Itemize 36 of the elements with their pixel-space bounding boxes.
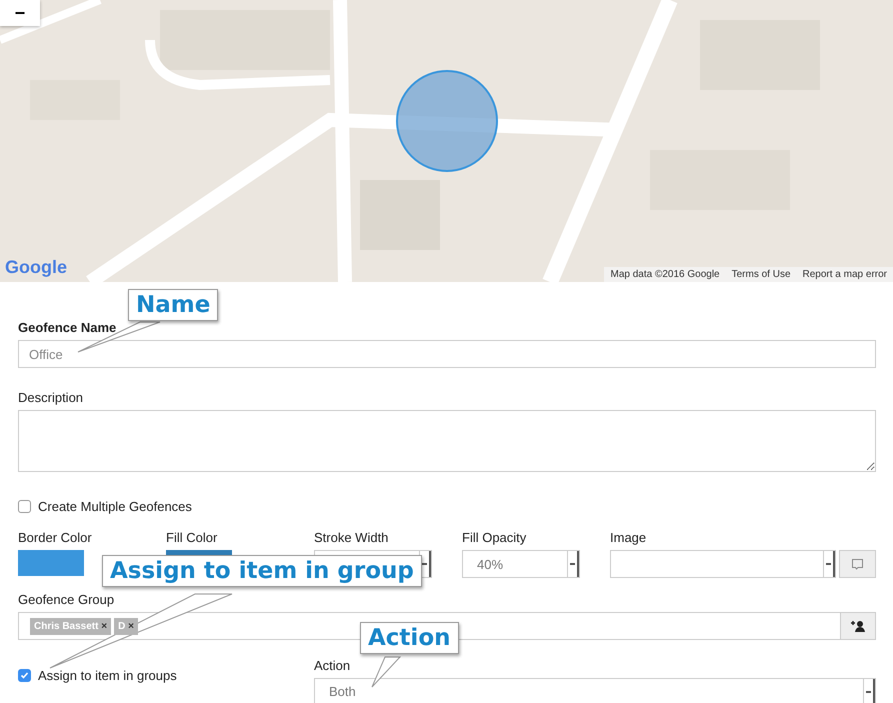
- field-label: Image: [610, 530, 648, 545]
- checkbox-label: Create Multiple Geofences: [38, 499, 192, 514]
- check-icon: [20, 671, 29, 680]
- group-tag[interactable]: Chris Bassett ×: [30, 618, 112, 634]
- add-user-button[interactable]: [840, 612, 876, 640]
- checkbox[interactable]: [18, 500, 31, 513]
- attribution-link[interactable]: Report a map error: [796, 267, 893, 282]
- add-user-icon: [850, 620, 866, 632]
- image-icon: [852, 558, 863, 570]
- caret-icon: [823, 551, 835, 577]
- field-label: Stroke Width: [314, 530, 390, 545]
- color-swatch[interactable]: [18, 550, 84, 576]
- caret-icon: [567, 551, 579, 577]
- attribution-link[interactable]: Map data ©2016 Google: [604, 267, 726, 282]
- checkbox-label: Assign to item in groups: [38, 668, 177, 683]
- callout-tooltip: Name: [128, 289, 218, 321]
- field-label: Geofence Group: [18, 592, 116, 607]
- map-logo: Google: [5, 257, 67, 278]
- group-tag[interactable]: D ×: [114, 618, 138, 634]
- image-select[interactable]: [610, 550, 836, 578]
- callout-tooltip: Action: [360, 622, 458, 654]
- field-label: Action: [314, 658, 352, 673]
- field-label: Fill Color: [166, 530, 218, 545]
- description-field[interactable]: [18, 410, 876, 472]
- callout-tooltip: Assign to item in group: [102, 555, 422, 587]
- checkbox[interactable]: [18, 669, 31, 682]
- caret-icon: [863, 679, 875, 703]
- image-preview-button[interactable]: [839, 550, 876, 578]
- field-label: Border Color: [18, 530, 93, 545]
- field-label: Fill Opacity: [462, 530, 528, 545]
- field-label: Description: [18, 390, 84, 405]
- fill-opacity-select[interactable]: 40%: [462, 550, 580, 578]
- callout-pointer: [372, 656, 402, 688]
- field-label: Geofence Name: [18, 320, 118, 335]
- zoom-out-button[interactable]: −: [0, 0, 40, 26]
- attribution-link[interactable]: Terms of Use: [726, 267, 797, 282]
